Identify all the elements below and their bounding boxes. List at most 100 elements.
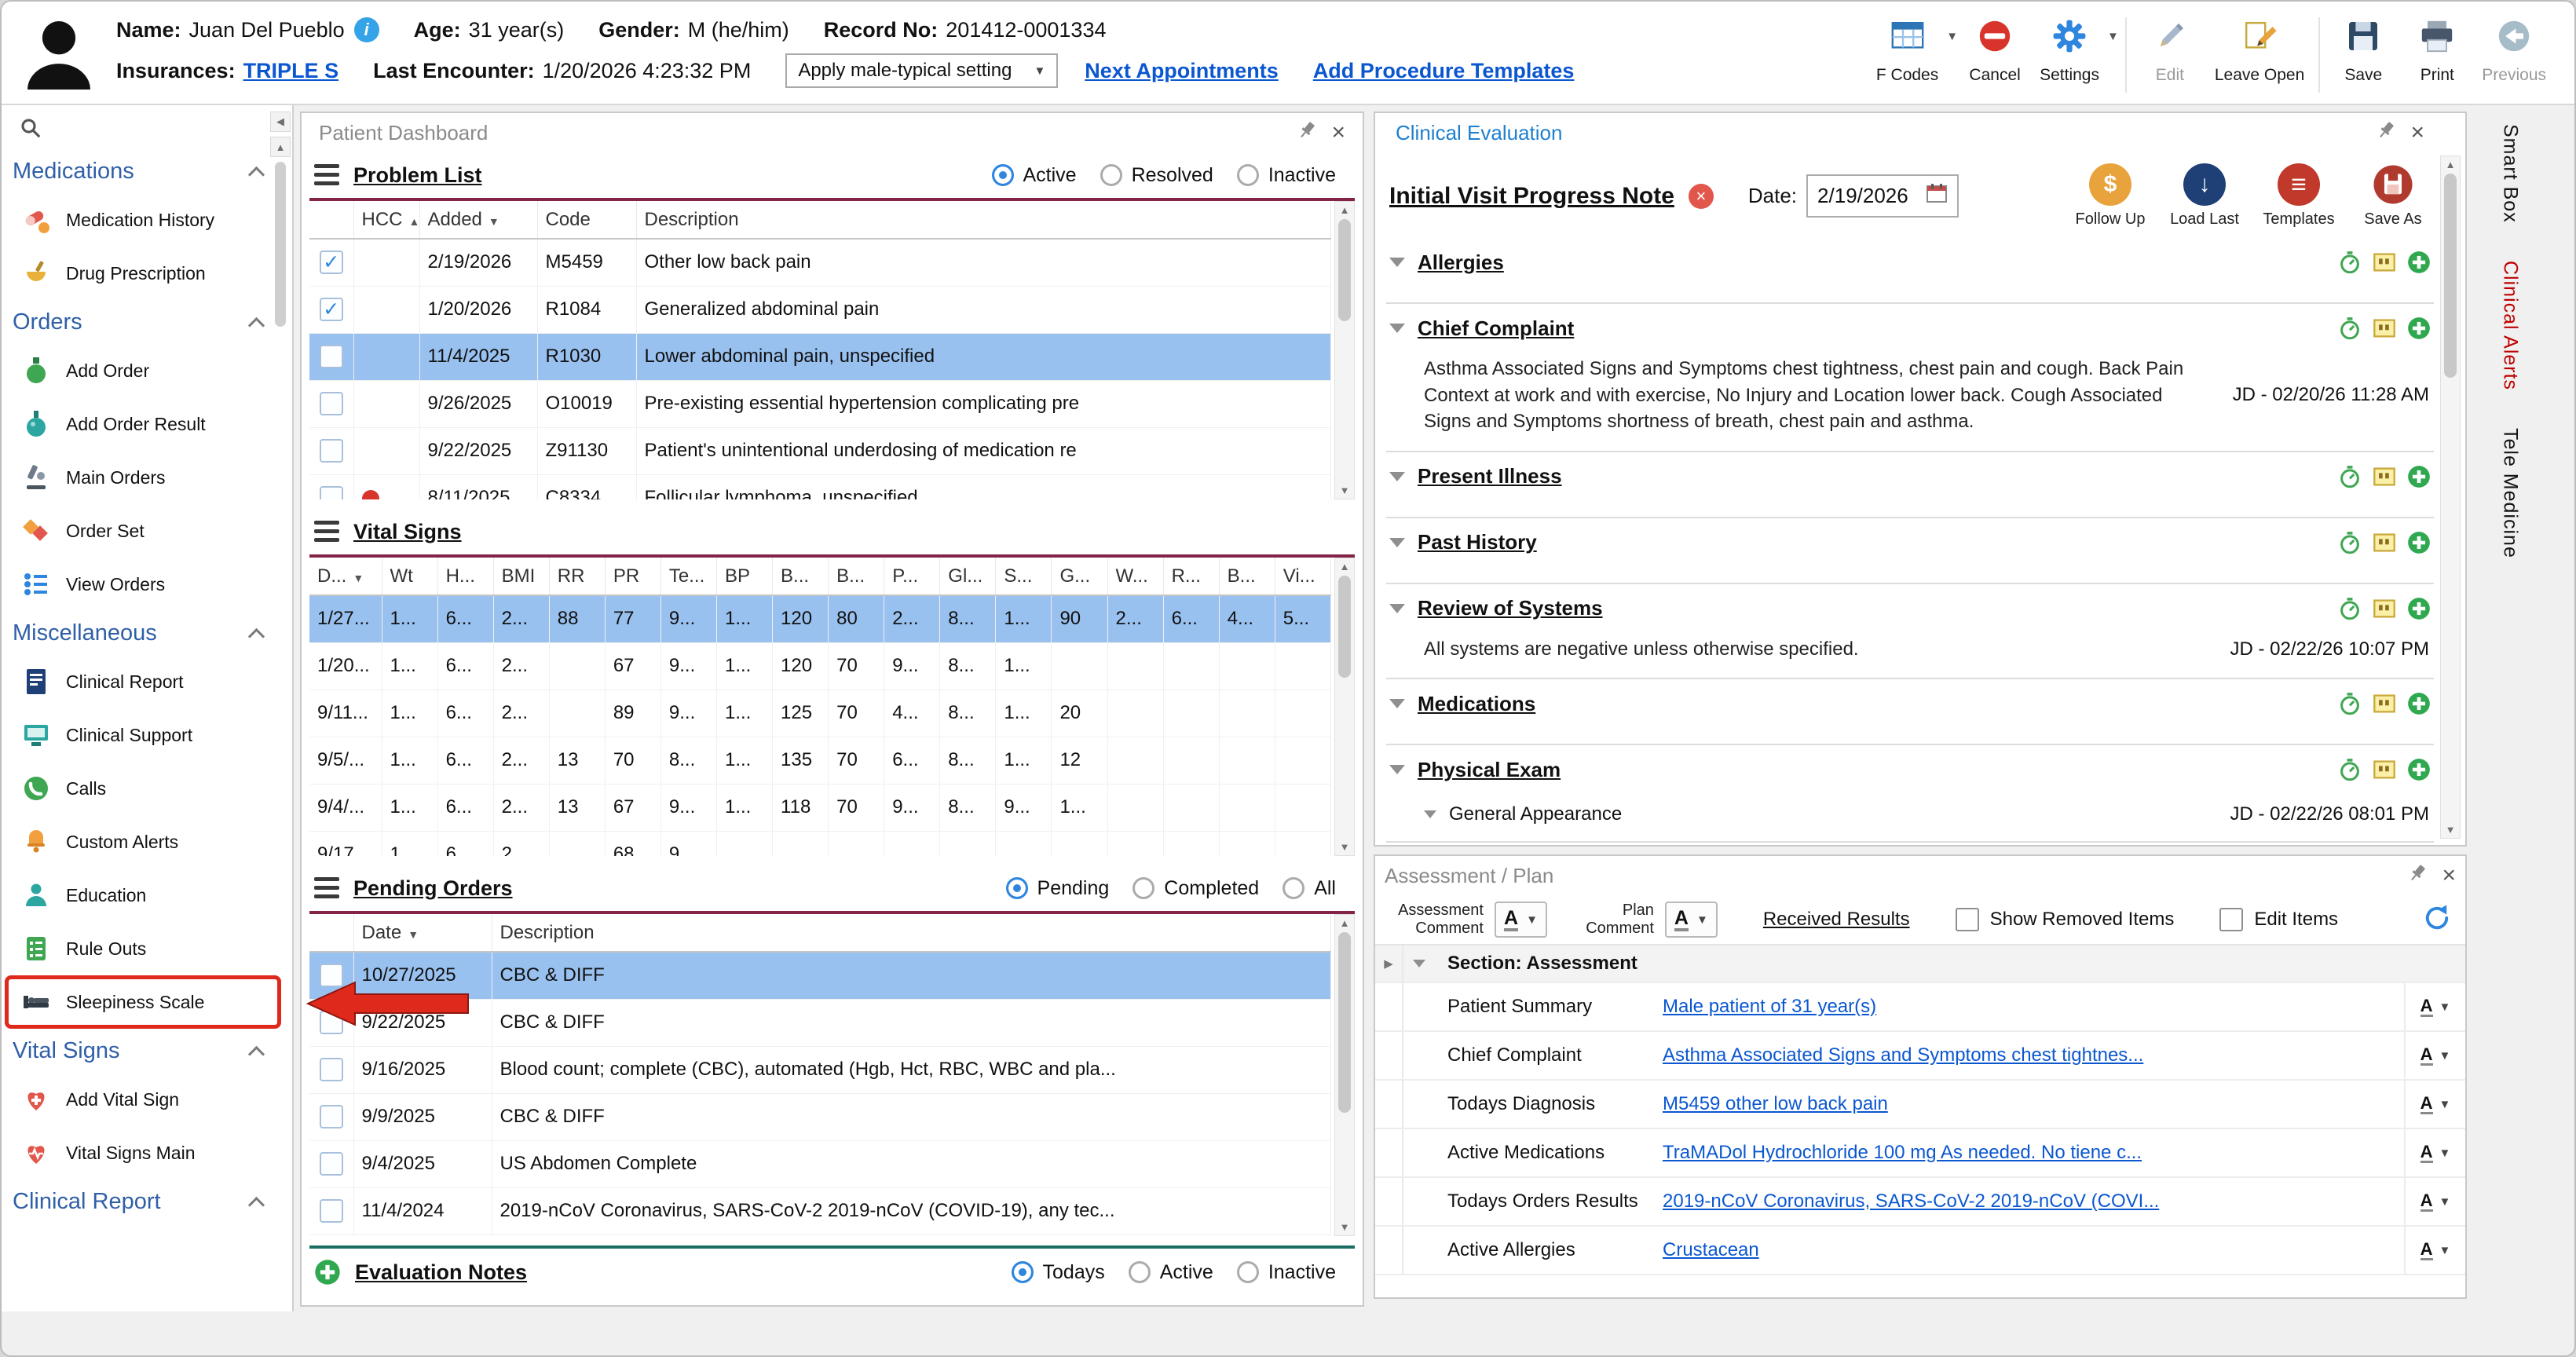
column-header[interactable]: PR (605, 558, 660, 595)
add-icon[interactable] (2407, 251, 2431, 274)
sidebar-search-button[interactable] (2, 110, 292, 149)
radio-inactive-notes[interactable] (1237, 1261, 1259, 1283)
received-results-link[interactable]: Received Results (1763, 909, 1910, 931)
section-title[interactable]: Physical Exam (1418, 758, 1561, 782)
tab-smart-box[interactable]: Smart Box (2499, 124, 2522, 223)
column-header[interactable]: G... (1052, 558, 1107, 595)
radio-active-notes[interactable] (1129, 1261, 1151, 1283)
column-header[interactable]: W... (1107, 558, 1163, 595)
calendar-icon[interactable] (1926, 182, 1948, 210)
order-row[interactable]: 11/4/2024 2019-nCoV Coronavirus, SARS-Co… (309, 1187, 1331, 1234)
row-value-link[interactable]: TraMADol Hydrochloride 100 mg As needed.… (1663, 1129, 2404, 1176)
timer-icon[interactable] (2338, 531, 2362, 554)
save-as-button[interactable]: Save As (2355, 163, 2431, 229)
order-row[interactable]: 9/9/2025 CBC & DIFF (309, 1093, 1331, 1140)
collapse-triangle-icon[interactable] (1413, 960, 1425, 967)
add-procedure-templates-link[interactable]: Add Procedure Templates (1313, 59, 1575, 83)
add-icon[interactable] (2407, 465, 2431, 488)
row-checkbox[interactable] (320, 1105, 343, 1128)
close-icon[interactable]: × (1331, 121, 1345, 144)
note-icon[interactable] (2373, 758, 2396, 781)
collapse-triangle-icon[interactable] (1389, 604, 1405, 613)
scrollbar[interactable]: ▲ ▼ (1334, 558, 1355, 856)
sidebar-item-clinical-support[interactable]: Clinical Support (2, 708, 292, 762)
radio-active[interactable] (992, 164, 1014, 186)
pin-icon[interactable] (2407, 863, 2428, 889)
save-button[interactable]: Save (2326, 13, 2400, 90)
sidebar-item-custom-alerts[interactable]: Custom Alerts (2, 815, 292, 869)
plan-comment-font-button[interactable]: A ▼ (1665, 902, 1718, 938)
problem-row[interactable]: 9/26/2025 O10019 Pre-existing essential … (309, 380, 1331, 427)
collapse-triangle-icon[interactable] (1389, 765, 1405, 774)
font-style-button[interactable]: A▼ (2404, 1178, 2465, 1225)
scrollbar-thumb[interactable] (275, 162, 286, 327)
font-style-button[interactable]: A▼ (2404, 1032, 2465, 1079)
sidebar-section-vital-signs[interactable]: Vital Signs (2, 1029, 292, 1073)
radio-todays[interactable] (1012, 1261, 1034, 1283)
sidebar-item-add-order[interactable]: Add Order (2, 344, 292, 397)
column-header[interactable]: Wt (382, 558, 437, 595)
date-column-header[interactable]: D...▼ (309, 558, 382, 595)
column-header[interactable]: BP (716, 558, 772, 595)
tab-clinical-alerts[interactable]: Clinical Alerts (2499, 261, 2522, 390)
row-value-link[interactable]: Male patient of 31 year(s) (1663, 983, 2404, 1030)
timer-icon[interactable] (2338, 692, 2362, 715)
font-style-button[interactable]: A▼ (2404, 1081, 2465, 1128)
note-icon[interactable] (2373, 251, 2396, 274)
problem-row[interactable]: ✓ 1/20/2026 R1084 Generalized abdominal … (309, 286, 1331, 333)
templates-button[interactable]: ≡ Templates (2261, 163, 2336, 229)
column-header[interactable]: B... (1219, 558, 1275, 595)
sidebar-item-drug-prescription[interactable]: Drug Prescription (2, 247, 292, 300)
sidebar-item-add-order-result[interactable]: Add Order Result (2, 397, 292, 451)
add-icon[interactable] (314, 1259, 341, 1286)
chevron-down-icon[interactable]: ▼ (2107, 30, 2119, 43)
sidebar-section-orders[interactable]: Orders (2, 300, 292, 344)
assessment-row[interactable]: Todays Diagnosis M5459 other low back pa… (1375, 1081, 2465, 1129)
date-column-header[interactable]: Date▼ (353, 914, 492, 952)
f-codes-button[interactable]: F Codes (1868, 13, 1946, 90)
add-icon[interactable] (2407, 758, 2431, 781)
add-icon[interactable] (2407, 692, 2431, 715)
section-title[interactable]: Present Illness (1418, 464, 1562, 488)
row-checkbox[interactable] (320, 439, 343, 463)
section-title[interactable]: Review of Systems (1418, 596, 1603, 620)
row-checkbox[interactable] (320, 1152, 343, 1176)
table-row[interactable]: 9/17...1...6...2...689... (309, 831, 1331, 856)
setting-dropdown[interactable]: Apply male-typical setting ▼ (785, 53, 1058, 88)
row-checkbox[interactable] (320, 486, 343, 499)
table-row[interactable]: 1/20...1...6...2...679...1...120709...8.… (309, 642, 1331, 689)
assessment-group-header[interactable]: ▶ Section: Assessment (1375, 946, 2465, 983)
sidebar-item-order-set[interactable]: Order Set (2, 504, 292, 558)
timer-icon[interactable] (2338, 316, 2362, 340)
show-removed-checkbox[interactable] (1956, 908, 1979, 931)
problem-row[interactable]: 9/22/2025 Z91130 Patient's unintentional… (309, 427, 1331, 474)
timer-icon[interactable] (2338, 465, 2362, 488)
close-icon[interactable]: × (2442, 864, 2456, 887)
assessment-row[interactable]: Active Allergies Crustacean A▼ (1375, 1227, 2465, 1275)
collapse-triangle-icon[interactable] (1389, 538, 1405, 547)
section-title[interactable]: Allergies (1418, 251, 1504, 275)
previous-button[interactable]: Previous (2474, 13, 2554, 90)
sidebar-section-medications[interactable]: Medications (2, 149, 292, 193)
scrollbar[interactable]: ▲ ▼ (2440, 155, 2461, 839)
problem-row-selected[interactable]: 11/4/2025 R1030 Lower abdominal pain, un… (309, 333, 1331, 380)
row-checkbox[interactable]: ✓ (320, 298, 343, 321)
scrollbar-thumb[interactable] (1338, 219, 1351, 321)
menu-icon[interactable] (314, 877, 339, 899)
note-icon[interactable] (2373, 465, 2396, 488)
column-header[interactable]: BMI (493, 558, 549, 595)
note-icon[interactable] (2373, 597, 2396, 620)
menu-icon[interactable] (314, 164, 339, 186)
timer-icon[interactable] (2338, 251, 2362, 274)
sidebar-item-medication-history[interactable]: Medication History (2, 193, 292, 247)
row-value-link[interactable]: M5459 other low back pain (1663, 1081, 2404, 1128)
follow-up-button[interactable]: $ Follow Up (2073, 163, 2148, 229)
column-header[interactable]: B... (773, 558, 829, 595)
section-title[interactable]: Past History (1418, 530, 1537, 554)
refresh-icon[interactable] (2421, 902, 2453, 938)
column-header[interactable]: Gl... (940, 558, 996, 595)
section-title[interactable]: Chief Complaint (1418, 316, 1574, 341)
assessment-row[interactable]: Chief Complaint Asthma Associated Signs … (1375, 1032, 2465, 1081)
expand-icon[interactable]: ▶ (1384, 956, 1393, 971)
code-column-header[interactable]: Code (537, 201, 636, 239)
